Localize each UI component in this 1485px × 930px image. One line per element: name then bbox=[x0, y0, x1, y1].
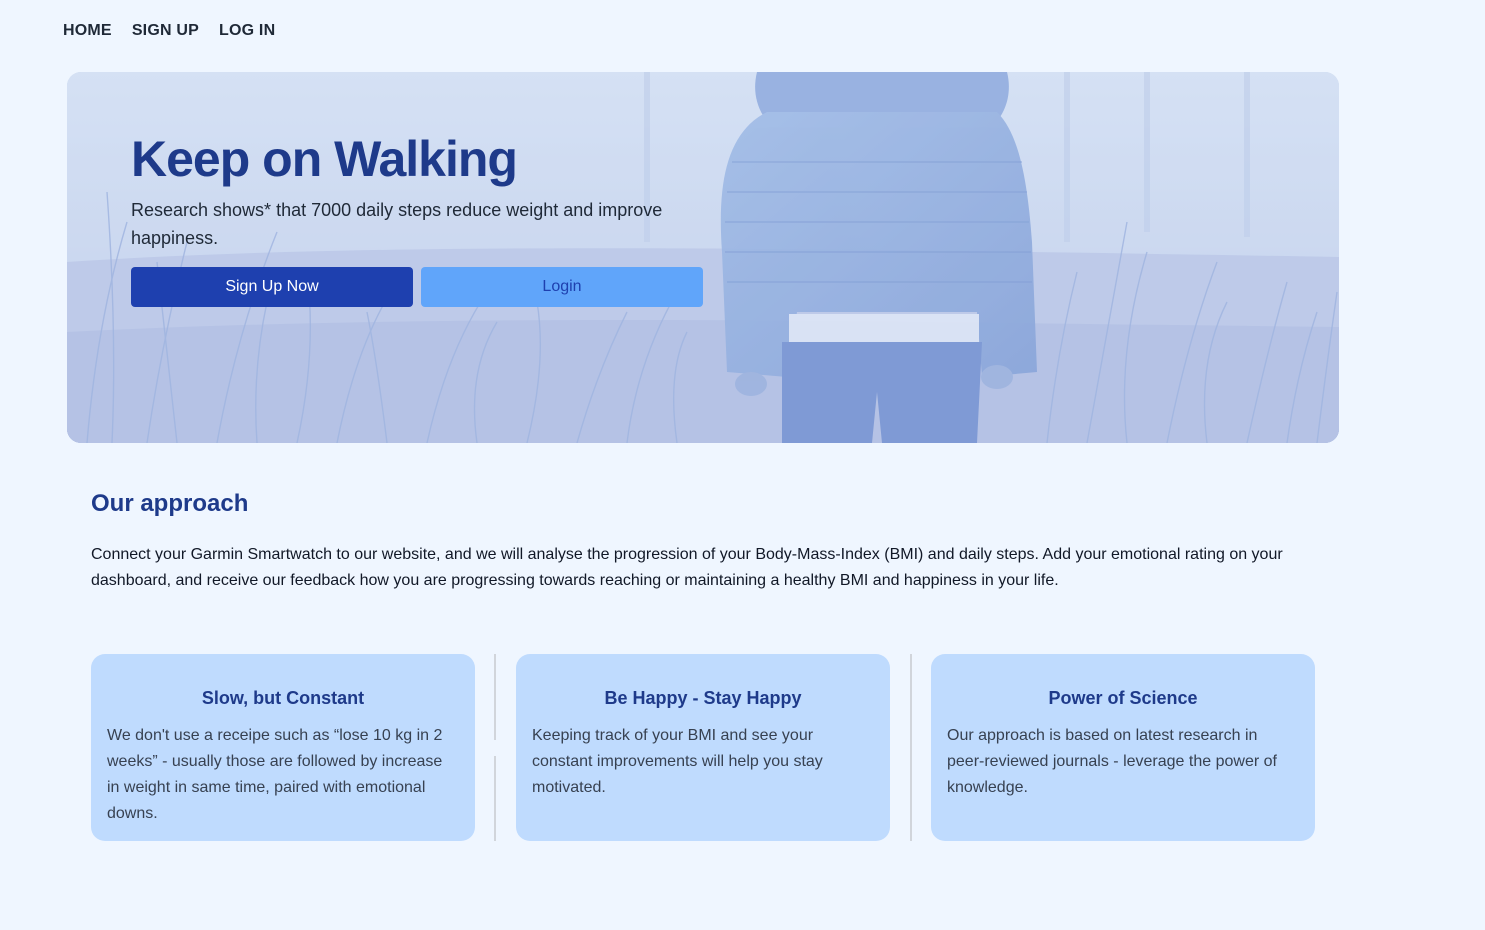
login-button[interactable]: Login bbox=[421, 267, 703, 307]
approach-section: Our approach Connect your Garmin Smartwa… bbox=[91, 490, 1331, 594]
nav-login-link[interactable]: LOG IN bbox=[219, 22, 275, 40]
feature-card-text: Our approach is based on latest research… bbox=[947, 727, 1277, 796]
approach-text: Connect your Garmin Smartwatch to our we… bbox=[91, 546, 1283, 589]
feature-card-title: Power of Science bbox=[1048, 688, 1198, 708]
approach-heading: Our approach bbox=[91, 490, 249, 517]
hero-background-image bbox=[67, 72, 1339, 443]
hero-title: Keep on Walking bbox=[131, 131, 518, 187]
nav-home-link[interactable]: HOME bbox=[63, 22, 112, 40]
feature-card-title: Slow, but Constant bbox=[201, 688, 365, 708]
feature-card-text: Keeping track of your BMI and see your c… bbox=[532, 727, 823, 796]
top-nav: HOME SIGN UP LOG IN bbox=[63, 22, 275, 40]
hero-subtitle: Research shows* that 7000 daily steps re… bbox=[131, 200, 663, 248]
feature-card-happy: Be Happy - Stay Happy Keeping track of y… bbox=[516, 654, 890, 841]
feature-card-science: Power of Science Our approach is based o… bbox=[931, 654, 1315, 841]
divider bbox=[494, 654, 496, 740]
nav-signup-link[interactable]: SIGN UP bbox=[132, 22, 199, 40]
divider bbox=[494, 756, 496, 841]
feature-card-slow: Slow, but Constant We don't use a receip… bbox=[91, 654, 475, 841]
hero-banner: Keep on Walking Research shows* that 700… bbox=[67, 72, 1339, 443]
feature-card-title: Be Happy - Stay Happy bbox=[604, 688, 802, 708]
sign-up-now-button[interactable]: Sign Up Now bbox=[131, 267, 413, 307]
feature-card-text: We don't use a receipe such as “lose 10 … bbox=[107, 727, 443, 822]
divider bbox=[910, 654, 912, 841]
